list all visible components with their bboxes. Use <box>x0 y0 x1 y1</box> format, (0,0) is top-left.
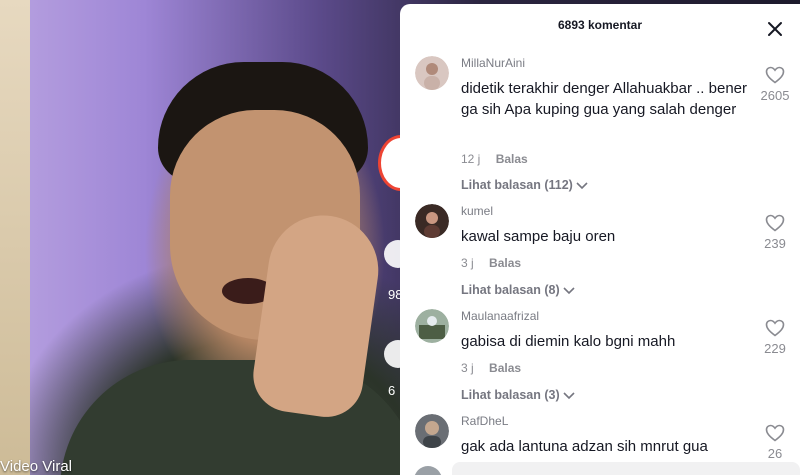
view-replies-button[interactable]: Lihat balasan (8) <box>461 283 575 297</box>
view-replies-label: Lihat balasan (3) <box>461 388 560 402</box>
comment-text: didetik terakhir denger Allahuakbar .. b… <box>461 80 748 118</box>
avatar[interactable] <box>415 309 449 343</box>
like-count: 2605 <box>760 88 790 103</box>
like-button[interactable]: 239 <box>760 214 790 251</box>
chevron-down-icon <box>563 392 575 399</box>
comment-item: kumel kawal sampe baju oren 3 j Balas Li… <box>400 204 800 304</box>
comment-item: Maulanaafrizal gabisa di diemin kalo bgn… <box>400 309 800 409</box>
reply-button[interactable]: Balas <box>496 152 528 166</box>
video-caption: Video Viral <box>0 458 72 475</box>
like-count: 26 <box>767 446 783 461</box>
heart-outline-icon <box>765 214 785 232</box>
like-button[interactable]: 2605 <box>760 66 790 103</box>
comment-item: MillaNurAini didetik terakhir denger All… <box>400 56 800 196</box>
view-replies-button[interactable]: Lihat balasan (112) <box>461 178 588 192</box>
comment-time: 12 j <box>461 152 481 166</box>
heart-outline-icon <box>765 319 785 337</box>
reply-button[interactable]: Balas <box>489 256 521 270</box>
comment-meta: 12 j Balas <box>461 152 528 166</box>
close-icon <box>768 22 782 36</box>
comment-count-title: 6893 komentar <box>557 18 643 32</box>
comment-time: 3 j <box>461 256 474 270</box>
person-shirt <box>60 360 420 475</box>
close-button[interactable] <box>764 18 786 40</box>
comment-username[interactable]: Maulanaafrizal <box>461 309 539 323</box>
like-button[interactable]: 229 <box>760 319 790 356</box>
avatar[interactable] <box>415 56 449 90</box>
heart-outline-icon <box>765 66 785 84</box>
view-replies-label: Lihat balasan (112) <box>461 178 573 192</box>
comment-text: gak ada lantuna adzan sih mnrut gua <box>461 438 708 455</box>
background-pillar <box>0 0 30 475</box>
panel-header: 6893 komentar <box>400 4 800 44</box>
comment-input[interactable] <box>452 462 800 475</box>
like-count: 239 <box>764 236 786 251</box>
heart-outline-icon <box>765 424 785 442</box>
comment-meta: 3 j Balas <box>461 361 521 375</box>
comment-text: gabisa di diemin kalo bgni mahh <box>461 333 676 350</box>
comment-username[interactable]: RafDheL <box>461 414 508 428</box>
comment-meta: 3 j Balas <box>461 256 521 270</box>
comment-time: 3 j <box>461 361 474 375</box>
comment-panel: 6893 komentar MillaNurAini didetik terak… <box>400 4 800 475</box>
comment-text: kawal sampe baju oren <box>461 228 616 245</box>
avatar[interactable] <box>415 414 449 448</box>
avatar[interactable] <box>415 204 449 238</box>
comment-username[interactable]: MillaNurAini <box>461 56 525 70</box>
chevron-down-icon <box>576 182 588 189</box>
view-replies-button[interactable]: Lihat balasan (3) <box>461 388 575 402</box>
like-count: 229 <box>764 341 786 356</box>
comment-username[interactable]: kumel <box>461 204 493 218</box>
chevron-down-icon <box>563 287 575 294</box>
like-button[interactable]: 26 <box>760 424 790 461</box>
reply-button[interactable]: Balas <box>489 361 521 375</box>
comment-count: 6 <box>388 383 396 398</box>
view-replies-label: Lihat balasan (8) <box>461 283 560 297</box>
